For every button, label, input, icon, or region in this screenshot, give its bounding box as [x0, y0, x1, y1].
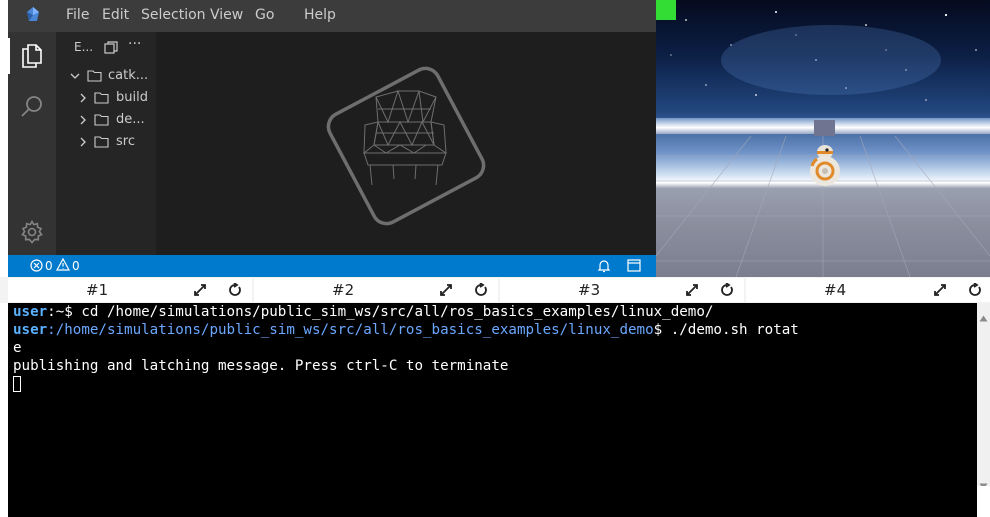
- terminal-tab-bar: #1 #2 #3 #4: [0, 277, 990, 303]
- chair-logo-icon: [318, 57, 493, 236]
- error-count[interactable]: 0: [45, 259, 53, 273]
- vscode-logo-icon: [24, 6, 42, 28]
- terminal-cursor: [13, 376, 21, 392]
- expand-icon[interactable]: [685, 283, 699, 301]
- expand-icon[interactable]: [439, 283, 453, 301]
- prompt-user: user: [13, 322, 48, 338]
- bell-icon[interactable]: [597, 259, 611, 276]
- explorer-icon[interactable]: [20, 43, 44, 73]
- more-actions-icon[interactable]: ···: [128, 36, 141, 52]
- status-bar: 0 0: [8, 255, 656, 277]
- terminal-line: publishing and latching message. Press c…: [13, 358, 509, 374]
- chevron-right-icon: [78, 132, 88, 159]
- left-gutter: [0, 0, 8, 517]
- expand-icon[interactable]: [193, 283, 207, 301]
- error-icon[interactable]: [30, 259, 43, 275]
- wall-block: [814, 120, 835, 136]
- folder-icon: [94, 135, 109, 155]
- menu-view[interactable]: View: [210, 7, 243, 23]
- menu-go[interactable]: Go: [255, 7, 274, 23]
- bb8-robot-icon[interactable]: [808, 142, 842, 188]
- warning-icon[interactable]: [55, 257, 71, 274]
- menu-selection[interactable]: Selection: [141, 7, 206, 23]
- command-text: :~$ cd /home/simulations/public_sim_ws/s…: [47, 304, 714, 320]
- refresh-icon[interactable]: [720, 282, 734, 301]
- folder-icon: [94, 91, 109, 111]
- scroll-up-icon[interactable]: [979, 307, 988, 326]
- terminal-tab-4[interactable]: #4: [746, 278, 990, 302]
- terminal-line: user:/home/simulations/public_sim_ws/src…: [13, 321, 799, 339]
- terminal[interactable]: user:~$ cd /home/simulations/public_sim_…: [8, 303, 977, 517]
- folder-icon: [87, 69, 102, 89]
- refresh-icon[interactable]: [228, 282, 242, 301]
- menu-bar: File Edit Selection View Go Help: [8, 0, 656, 32]
- terminal-tab-1[interactable]: #1: [8, 278, 252, 302]
- folder-icon: [94, 113, 109, 133]
- menu-help[interactable]: Help: [304, 7, 336, 23]
- prompt-user: user: [13, 304, 48, 320]
- tab-label: #4: [824, 281, 847, 299]
- tab-label: #2: [332, 281, 355, 299]
- refresh-icon[interactable]: [968, 282, 982, 301]
- terminal-tab-2[interactable]: #2: [254, 278, 498, 302]
- warning-count[interactable]: 0: [72, 259, 80, 273]
- expand-icon[interactable]: [933, 283, 947, 301]
- terminal-tab-3[interactable]: #3: [500, 278, 744, 302]
- tree-item-label: de...: [116, 112, 145, 127]
- editor-area: [156, 32, 656, 255]
- activity-bar: [8, 32, 56, 255]
- terminal-line: user:~$ cd /home/simulations/public_sim_…: [13, 303, 713, 321]
- prompt-path: :/home/simulations/public_sim_ws/src/all…: [47, 322, 654, 338]
- explorer-title: E...: [74, 40, 94, 54]
- tab-label: #1: [86, 281, 109, 299]
- green-marker: [656, 0, 676, 20]
- scrollbar-bottom-gap: [977, 486, 990, 517]
- command-text: $ ./demo.sh rotat: [653, 322, 799, 338]
- refresh-icon[interactable]: [474, 282, 488, 301]
- explorer-panel: E... ··· catk... build de... src: [56, 32, 156, 255]
- search-icon[interactable]: [20, 94, 44, 122]
- tab-label: #3: [578, 281, 601, 299]
- simulation-view[interactable]: [656, 0, 990, 277]
- gear-icon[interactable]: [20, 219, 44, 248]
- terminal-scrollbar[interactable]: [977, 303, 990, 517]
- tree-item-label: build: [116, 90, 148, 105]
- layout-panel-icon[interactable]: [627, 259, 641, 275]
- menu-edit[interactable]: Edit: [102, 7, 129, 23]
- new-folder-icon[interactable]: [104, 41, 118, 58]
- activity-active-indicator: [8, 38, 10, 74]
- terminal-line: e: [13, 340, 22, 356]
- tree-item-label: catk...: [108, 68, 149, 83]
- menu-file[interactable]: File: [66, 7, 89, 23]
- tree-item-label: src: [116, 134, 135, 149]
